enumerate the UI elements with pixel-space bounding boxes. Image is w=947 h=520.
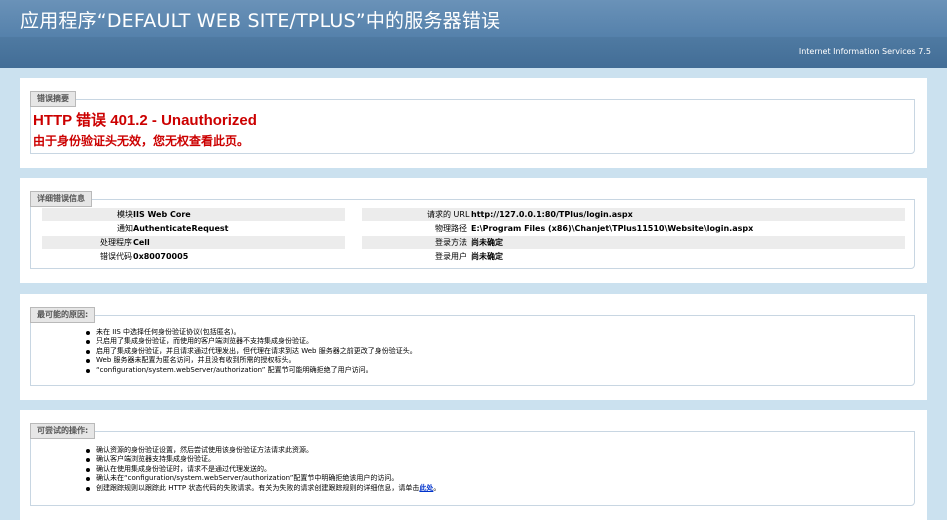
list-item: 确认未在“configuration/system.webServer/auth…: [86, 474, 440, 483]
detailed-error-panel: 详细错误信息 模块 IIS Web Core 通知 AuthenticateRe…: [20, 178, 927, 283]
here-link[interactable]: 此处: [419, 484, 433, 492]
error-message: 由于身份验证头无效，您无权查看此页。: [33, 134, 250, 148]
list-item: Web 服务器未配置为匿名访问，并且没有收到所需的授权标头。: [86, 356, 417, 365]
logon-user-row: 登录用户 尚未确定: [362, 250, 905, 263]
physical-path-label: 物理路径: [435, 224, 467, 233]
notification-row: 通知 AuthenticateRequest: [42, 222, 345, 235]
module-row: 模块 IIS Web Core: [42, 208, 345, 221]
actions-legend: 可尝试的操作:: [30, 423, 96, 439]
list-item: 创建跟踪规则以跟踪此 HTTP 状态代码的失败请求。有关为失败的请求创建跟踪规则…: [86, 484, 440, 493]
actions-panel: 可尝试的操作: 确认资源的身份验证设置，然后尝试使用该身份验证方法请求此资源。 …: [20, 410, 927, 520]
causes-panel: 最可能的原因: 未在 IIS 中选择任何身份验证协议(包括匿名)。 只启用了集成…: [20, 294, 927, 400]
requested-url-row: 请求的 URL http://127.0.0.1:80/TPlus/login.…: [362, 208, 905, 221]
list-item: 确认在使用集成身份验证时，请求不是通过代理发送的。: [86, 465, 440, 474]
actions-list: 确认资源的身份验证设置，然后尝试使用该身份验证方法请求此资源。 确认客户端浏览器…: [86, 446, 440, 493]
requested-url-value: http://127.0.0.1:80/TPlus/login.aspx: [471, 210, 633, 219]
causes-list: 未在 IIS 中选择任何身份验证协议(包括匿名)。 只启用了集成身份验证，而使用…: [86, 328, 417, 375]
error-code-row: 错误代码 0x80070005: [42, 250, 345, 263]
logon-method-label: 登录方法: [435, 238, 467, 247]
physical-path-value: E:\Program Files (x86)\Chanjet\TPlus1151…: [471, 224, 754, 233]
notification-value: AuthenticateRequest: [133, 224, 229, 233]
error-code-value: 0x80070005: [133, 252, 189, 261]
logon-user-label: 登录用户: [435, 252, 467, 261]
notification-label: 通知: [117, 224, 133, 233]
list-item: 未在 IIS 中选择任何身份验证协议(包括匿名)。: [86, 328, 417, 337]
detailed-error-legend: 详细错误信息: [30, 191, 92, 207]
module-value: IIS Web Core: [133, 210, 191, 219]
logon-user-value: 尚未确定: [471, 252, 503, 261]
server-bar: Internet Information Services 7.5: [0, 37, 947, 68]
requested-url-label: 请求的 URL: [427, 210, 470, 219]
trace-rule-text: 创建跟踪规则以跟踪此 HTTP 状态代码的失败请求。有关为失败的请求创建跟踪规则…: [96, 483, 420, 492]
list-item: “configuration/system.webServer/authoriz…: [86, 366, 417, 375]
list-item: 确认资源的身份验证设置，然后尝试使用该身份验证方法请求此资源。: [86, 446, 440, 455]
page-title: 应用程序“DEFAULT WEB SITE/TPLUS”中的服务器错误: [20, 10, 501, 32]
error-title: HTTP 错误 401.2 - Unauthorized: [33, 112, 257, 129]
server-name: Internet Information Services 7.5: [798, 47, 931, 56]
list-item: 启用了集成身份验证，并且请求通过代理发出，但代理在请求到达 Web 服务器之前更…: [86, 347, 417, 356]
physical-path-row: 物理路径 E:\Program Files (x86)\Chanjet\TPlu…: [362, 222, 905, 235]
logon-method-value: 尚未确定: [471, 238, 503, 247]
module-label: 模块: [117, 210, 133, 219]
handler-row: 处理程序 Cell: [42, 236, 345, 249]
trace-rule-end: 。: [433, 483, 441, 492]
logon-method-row: 登录方法 尚未确定: [362, 236, 905, 249]
error-summary-legend: 错误摘要: [30, 91, 76, 107]
list-item: 确认客户端浏览器支持集成身份验证。: [86, 455, 440, 464]
error-code-label: 错误代码: [100, 252, 132, 261]
error-summary-panel: 错误摘要 HTTP 错误 401.2 - Unauthorized 由于身份验证…: [20, 78, 927, 168]
handler-value: Cell: [133, 238, 150, 247]
causes-legend: 最可能的原因:: [30, 307, 96, 323]
list-item: 只启用了集成身份验证，而使用的客户端浏览器不支持集成身份验证。: [86, 337, 417, 346]
handler-label: 处理程序: [100, 238, 132, 247]
page-header: 应用程序“DEFAULT WEB SITE/TPLUS”中的服务器错误: [0, 0, 947, 37]
